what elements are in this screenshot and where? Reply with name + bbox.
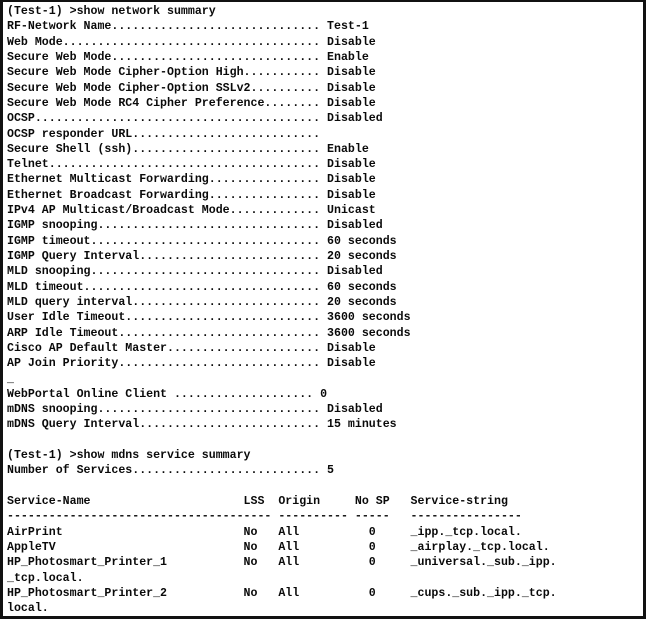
table-row: AppleTV No All 0 _airplay._tcp.local. — [7, 540, 550, 554]
output-kv-line: IPv4 AP Multicast/Broadcast Mode........… — [7, 204, 376, 218]
output-kv-line: WebPortal Online Client ................… — [7, 387, 328, 401]
table-row: HP_Photosmart_Printer_1 No All 0 _univer… — [7, 556, 557, 570]
table-row: HP_Photosmart_Printer_2 No All 0 _cups._… — [7, 586, 557, 600]
output-kv-line: IGMP snooping...........................… — [7, 219, 383, 233]
output-kv-line: OCSP....................................… — [7, 112, 383, 126]
output-kv-line: Telnet..................................… — [7, 158, 376, 172]
output-kv-line: MLD query interval......................… — [7, 295, 397, 309]
table-row: AirPrint No All 0 _ipp._tcp.local. — [7, 525, 522, 539]
table-row-wrap: _tcp.local. — [7, 571, 84, 585]
output-kv-line: Secure Web Mode Cipher-Option High......… — [7, 66, 376, 80]
output-kv-line: Secure Web Mode.........................… — [7, 50, 369, 64]
output-kv-line: Cisco AP Default Master.................… — [7, 341, 376, 355]
output-kv-line: IGMP Query Interval.....................… — [7, 250, 397, 263]
table-header-row: Service-Name LSS Origin No SP Service-st… — [7, 495, 508, 508]
table-row-wrap: local. — [7, 602, 49, 616]
output-kv-line: Ethernet Broadcast Forwarding...........… — [7, 188, 376, 202]
output-kv-line: mDNS Query Interval.....................… — [7, 418, 397, 432]
output-kv-line: AP Join Priority........................… — [7, 357, 376, 371]
output-kv-line: User Idle Timeout.......................… — [7, 311, 411, 325]
output-kv-line: IGMP timeout............................… — [7, 234, 397, 248]
output-kv-line: Secure Web Mode RC4 Cipher Preference...… — [7, 96, 376, 110]
table-header-rule: -------------------------------------- -… — [7, 510, 522, 524]
output-kv-line: MLD snooping............................… — [7, 265, 383, 279]
output-kv-line: mDNS snooping...........................… — [7, 403, 383, 417]
output-kv-line: Secure Web Mode Cipher-Option SSLv2.....… — [7, 81, 376, 95]
output-kv-line: OCSP responder URL......................… — [7, 127, 321, 141]
output-kv-line: Web Mode................................… — [7, 35, 376, 49]
terminal-output[interactable]: (Test-1) >show network summary RF-Network… — [3, 2, 643, 616]
output-kv-line: RF-Network Name.........................… — [7, 20, 369, 34]
output-kv-line: Secure Shell (ssh)......................… — [7, 142, 369, 156]
command-line[interactable]: (Test-1) >show mdns service summary — [7, 448, 643, 463]
output-kv-line: MLD timeout.............................… — [7, 280, 397, 294]
output-kv-line: Ethernet Multicast Forwarding...........… — [7, 173, 376, 187]
output-kv-line: Number of Services......................… — [7, 464, 334, 478]
command-line[interactable]: (Test-1) >show network summary — [7, 4, 643, 19]
terminal-window[interactable]: (Test-1) >show network summary RF-Network… — [0, 0, 646, 619]
more-prompt-marker: _ — [7, 372, 14, 386]
output-kv-line: ARP Idle Timeout........................… — [7, 326, 411, 340]
